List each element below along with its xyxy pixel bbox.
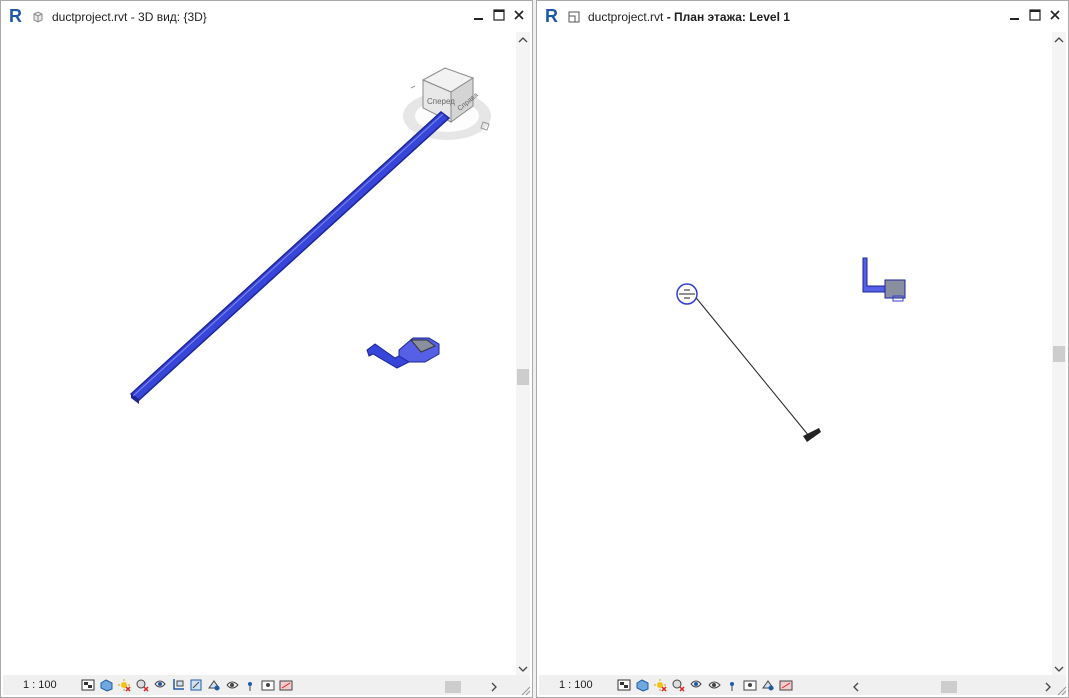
3d-model-drawing: Сперед Справа [129,67,491,404]
reveal-hidden-icon[interactable] [207,678,222,692]
sun-path-icon[interactable] [117,678,132,692]
analytical-model-icon[interactable] [743,678,758,692]
resize-grip-icon[interactable] [519,684,531,696]
viewcube-front-label: Сперед [427,97,455,106]
scale-label[interactable]: 1 : 100 [559,679,613,691]
constraints-icon[interactable] [279,678,294,692]
maximize-icon[interactable] [492,8,506,22]
scroll-right-icon[interactable] [489,682,499,692]
resize-grip-icon[interactable] [1055,684,1067,696]
highlight-displacement-icon[interactable] [725,678,740,692]
scroll-up-icon[interactable] [518,35,528,45]
minimize-icon[interactable] [1008,8,1022,22]
horizontal-scrollbar[interactable] [851,680,1052,694]
maximize-icon[interactable] [1028,8,1042,22]
3d-view-icon [33,11,43,23]
vertical-scrollbar[interactable] [516,32,530,677]
visual-style-icon[interactable] [99,678,114,692]
detail-level-icon[interactable] [81,678,96,692]
viewcube-icon[interactable]: Сперед Справа [403,67,491,140]
floor-plan-canvas[interactable] [539,32,1051,677]
view-window-floor-plan[interactable]: R ductproject.rvt - План этажа: Level 1 [536,0,1069,698]
elevation-marker[interactable] [676,283,821,442]
floor-plan-icon [568,11,580,23]
horizontal-scrollbar[interactable] [445,680,516,694]
scroll-down-icon[interactable] [518,664,528,674]
highlight-displacement-icon[interactable] [243,678,258,692]
title-view: - 3D вид: {3D} [127,10,207,24]
duct-elbow[interactable] [366,337,440,369]
plan-duct[interactable] [862,257,906,302]
revit-logo-icon: R [545,6,558,26]
temporary-view-properties-icon[interactable] [225,678,240,692]
3d-view-canvas[interactable]: Сперед Справа [3,32,515,677]
title-file: ductproject.rvt [52,10,128,24]
scroll-left-icon[interactable] [851,682,861,692]
title-file: ductproject.rvt [588,10,664,24]
scale-label[interactable]: 1 : 100 [23,679,77,691]
view-titlebar[interactable]: R ductproject.rvt - 3D вид: {3D} [1,1,532,32]
scroll-thumb[interactable] [1053,346,1065,362]
shadows-icon[interactable] [671,678,686,692]
shadows-icon[interactable] [135,678,150,692]
h-scroll-thumb[interactable] [445,681,461,693]
close-icon[interactable] [512,8,526,22]
show-crop-icon[interactable] [171,678,186,692]
crop-view-icon[interactable] [689,678,704,692]
vertical-scrollbar[interactable] [1052,32,1066,677]
title-view: - План этажа: Level 1 [663,10,790,24]
constraints-icon[interactable] [779,678,794,692]
temporary-hide-icon[interactable] [189,678,204,692]
crop-view-icon[interactable] [153,678,168,692]
detail-level-icon[interactable] [617,678,632,692]
revit-logo-icon: R [9,6,22,26]
scroll-up-icon[interactable] [1054,35,1064,45]
floor-plan-drawing [676,257,906,442]
analytical-model-icon[interactable] [261,678,276,692]
scroll-right-icon[interactable] [1043,682,1053,692]
close-icon[interactable] [1048,8,1062,22]
minimize-icon[interactable] [472,8,486,22]
scroll-thumb[interactable] [517,369,529,385]
temporary-view-properties-icon[interactable] [707,678,722,692]
view-titlebar[interactable]: R ductproject.rvt - План этажа: Level 1 [537,1,1068,32]
sun-path-icon[interactable] [653,678,668,692]
visual-style-icon[interactable] [635,678,650,692]
scroll-down-icon[interactable] [1054,664,1064,674]
view-title: ductproject.rvt - План этажа: Level 1 [588,10,790,24]
reveal-hidden-icon[interactable] [761,678,776,692]
view-window-3d[interactable]: R ductproject.rvt - 3D вид: {3D} Сперед … [0,0,533,698]
view-title: ductproject.rvt - 3D вид: {3D} [52,10,207,24]
h-scroll-thumb[interactable] [941,681,957,693]
